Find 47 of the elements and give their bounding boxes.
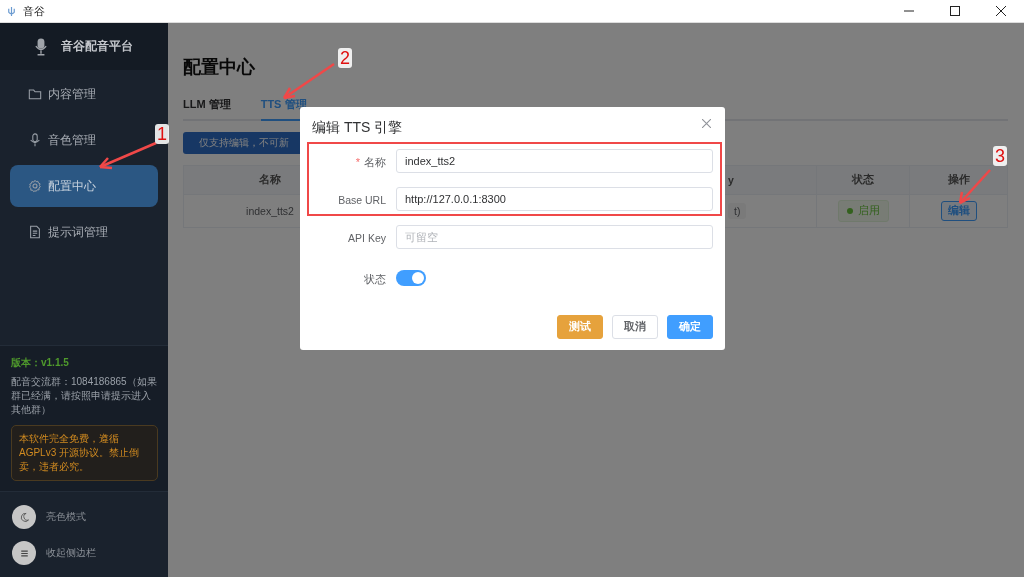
status-tag: 启用 (837, 200, 889, 222)
round-button[interactable] (12, 505, 36, 529)
maximize-icon[interactable] (950, 6, 960, 16)
column-header: 名称 (259, 173, 281, 187)
group-note: 配音交流群：1084186865（如果群已经满，请按照申请提示进入其他群） (11, 375, 158, 417)
input-field[interactable]: 可留空 (396, 225, 713, 249)
input-field[interactable]: index_tts2 (396, 149, 713, 173)
sidebar-link[interactable]: 收起侧边栏 (46, 546, 96, 560)
field-label: 名称 (364, 156, 386, 168)
round-button[interactable] (12, 541, 36, 565)
column-header: 操作 (947, 173, 970, 187)
sidebar-item[interactable]: 配置中心 (10, 165, 158, 207)
annotation-number: 2 (338, 48, 352, 68)
folder-icon (28, 87, 42, 101)
sidebar-item[interactable]: 内容管理 (10, 73, 158, 115)
app-icon (6, 5, 17, 17)
annotation-number: 1 (155, 124, 169, 144)
annotation-arrow (282, 62, 335, 100)
license-notice: 本软件完全免费，遵循 AGPLv3 开源协议。禁止倒卖，违者必究。 (11, 425, 158, 481)
document-icon (28, 225, 42, 239)
dialog-button[interactable]: 确定 (667, 315, 713, 339)
window-title: 音谷 (23, 3, 45, 19)
column-header: y (728, 174, 734, 186)
sidebar-item[interactable]: 提示词管理 (10, 211, 158, 253)
input-field[interactable]: http://127.0.0.1:8300 (396, 187, 713, 211)
column-header: 状态 (852, 173, 874, 187)
gear-icon (28, 179, 42, 193)
table-cell: index_tts2 (246, 205, 294, 217)
tab[interactable]: LLM 管理 (183, 97, 231, 121)
app-name: 音谷配音平台 (61, 38, 133, 55)
version-label: 版本：v1.1.5 (11, 356, 70, 370)
microphone-icon (35, 37, 47, 56)
sidebar-link[interactable]: 亮色模式 (46, 510, 86, 524)
required-mark: * (355, 156, 360, 168)
annotation-arrow (98, 141, 157, 170)
sidebar-item[interactable]: 音色管理 (10, 119, 158, 161)
field-label: API Key (348, 232, 386, 244)
microphone-icon (28, 133, 42, 147)
dialog-button[interactable]: 取消 (612, 315, 658, 339)
toggle-switch[interactable] (396, 270, 426, 286)
field-label: Base URL (338, 194, 386, 206)
page-title: 配置中心 (183, 56, 255, 79)
table-cell: t) (728, 203, 747, 219)
close-icon[interactable] (996, 6, 1006, 16)
annotation-arrow (958, 169, 991, 205)
annotation-number: 3 (993, 146, 1007, 166)
field-label: 状态 (364, 273, 386, 285)
